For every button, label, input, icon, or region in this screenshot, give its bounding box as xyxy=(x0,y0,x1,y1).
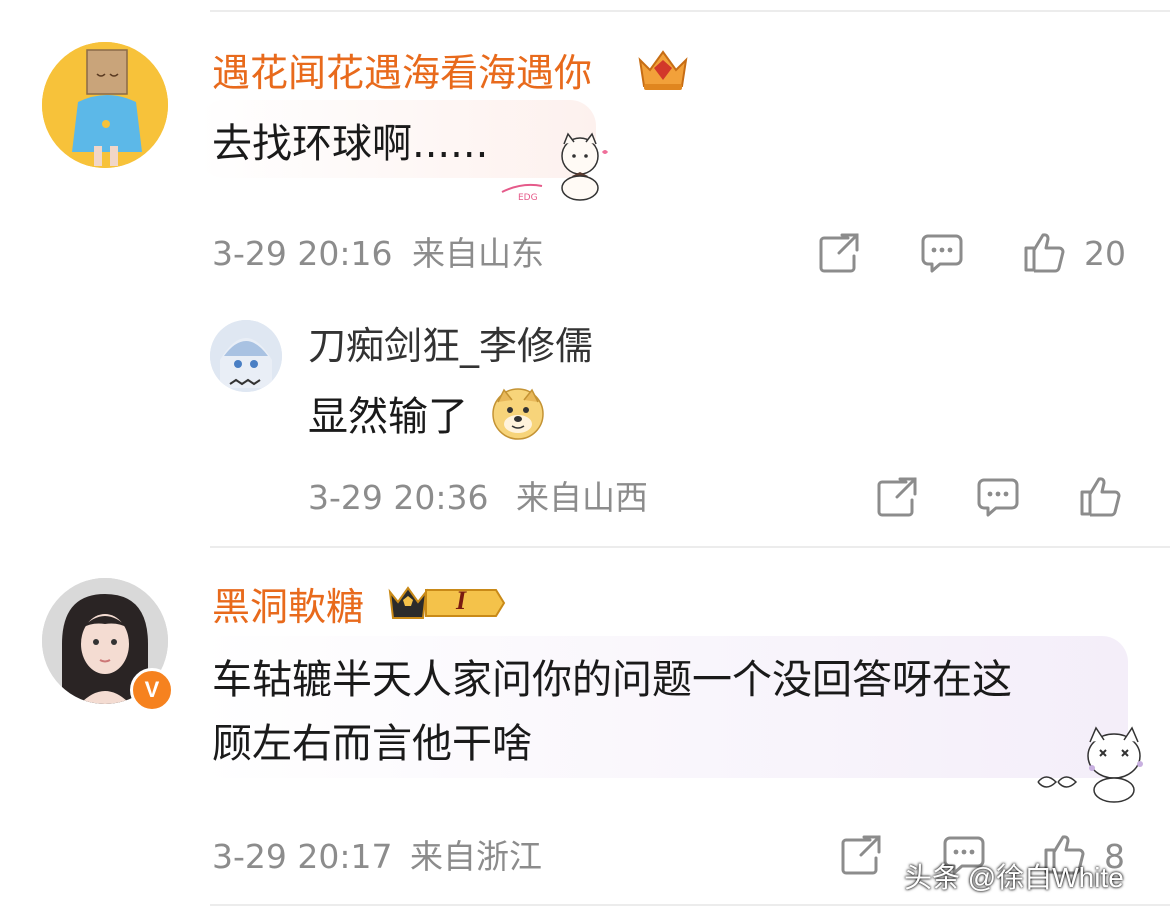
vip-level-text: I xyxy=(456,586,467,615)
sticker-label: EDG xyxy=(518,193,538,202)
comment-time: 3-29 20:17 xyxy=(212,837,393,876)
avatar-image xyxy=(42,42,168,168)
bottom-divider xyxy=(210,904,1170,906)
share-icon[interactable] xyxy=(840,834,884,880)
reply-comment-icon[interactable] xyxy=(976,476,1020,522)
share-icon[interactable] xyxy=(818,232,862,278)
username[interactable]: 黑洞軟糖 xyxy=(212,588,364,626)
comment-time: 3-29 20:16 xyxy=(212,234,393,273)
sticker-icon: EDG xyxy=(498,132,610,206)
like-count: 20 xyxy=(1084,234,1126,273)
reply-text: 显然输了 xyxy=(308,394,468,440)
watermark: 头条 @徐白White xyxy=(904,862,1124,893)
comment-text: 去找环球啊...... xyxy=(212,121,489,167)
reply-username[interactable]: 刀痴剑狂_李修儒 xyxy=(308,327,593,365)
avatar[interactable] xyxy=(42,42,168,168)
like-icon[interactable] xyxy=(1022,230,1066,278)
comment-text-line1: 车轱辘半天人家问你的问题一个没回答呀在这 xyxy=(212,657,1012,703)
reply-avatar[interactable] xyxy=(210,320,282,392)
comment-location: 来自山东 xyxy=(412,234,544,273)
doge-emoji-icon xyxy=(490,386,546,446)
username[interactable]: 遇花闻花遇海看海遇你 xyxy=(212,54,592,92)
comment-text-line2: 顾左右而言他干啥 xyxy=(212,721,532,767)
verified-badge-icon: V xyxy=(130,668,174,712)
comment-icon[interactable] xyxy=(920,232,964,278)
reply-share-icon[interactable] xyxy=(876,476,920,522)
crown-badge-icon xyxy=(634,44,692,98)
comment-divider xyxy=(210,546,1170,548)
top-divider xyxy=(210,10,1170,12)
sticker-icon xyxy=(1036,724,1148,808)
reply-time: 3-29 20:36 xyxy=(308,478,489,517)
reply-avatar-image xyxy=(210,320,282,392)
vip-level-badge-icon: I xyxy=(386,580,506,630)
reply-location: 来自山西 xyxy=(516,478,648,517)
comment-location: 来自浙江 xyxy=(410,837,542,876)
reply-like-icon[interactable] xyxy=(1078,474,1122,522)
